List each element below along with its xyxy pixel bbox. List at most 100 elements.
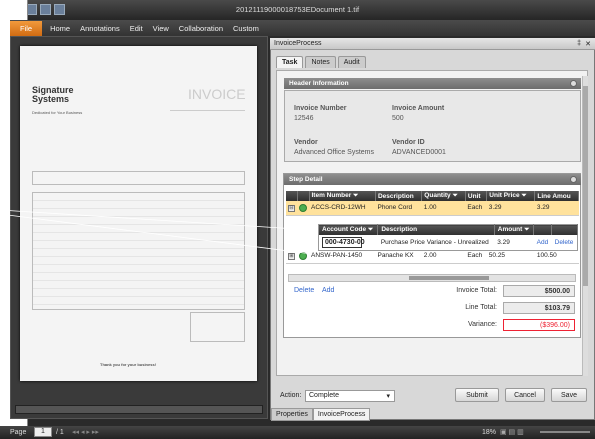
- col-header-actions: [551, 224, 578, 235]
- doc-totals-box: [190, 312, 245, 342]
- tab-notes[interactable]: Notes: [305, 56, 336, 68]
- doc-shipping-table: [32, 171, 245, 185]
- account-code-subgrid: Account Code ⏷ Description Amount ⏷ 000-…: [318, 224, 578, 251]
- tab-task[interactable]: Task: [276, 56, 304, 68]
- cell-quantity[interactable]: 1.00: [421, 201, 466, 216]
- cell-description[interactable]: Phone Cord: [375, 201, 422, 216]
- collapse-icon[interactable]: [570, 80, 577, 87]
- add-link[interactable]: Add: [537, 239, 549, 246]
- header-info-header[interactable]: Header Information: [284, 78, 581, 89]
- cell-unit-price[interactable]: 3.29: [486, 201, 535, 216]
- action-selected-value: Complete: [309, 392, 339, 399]
- zoom-slider[interactable]: [540, 431, 590, 433]
- save-button[interactable]: Save: [551, 388, 587, 402]
- header-info-title: Header Information: [289, 80, 349, 87]
- header-info-section: Invoice Number 12546 Invoice Amount 500 …: [284, 90, 581, 162]
- menu-bar: File Home Annotations Edit View Collabor…: [10, 20, 595, 36]
- grid-horizontal-scrollbar[interactable]: [288, 274, 576, 282]
- col-header-line-amount[interactable]: Line Amou: [534, 191, 579, 201]
- cancel-button[interactable]: Cancel: [505, 388, 545, 402]
- invoice-number-value: 12546: [294, 115, 314, 122]
- task-vertical-scrollbar[interactable]: [582, 76, 588, 376]
- status-bar: Page 1 / 1 ◂◂ ◂ ▸ ▸▸ 18% ▣ ▤ ▥: [0, 426, 595, 439]
- pane-title-bar: InvoiceProcess ‡ ✕: [270, 38, 595, 50]
- menu-custom[interactable]: Custom: [228, 24, 264, 33]
- tab-invoice-process[interactable]: InvoiceProcess: [312, 408, 371, 421]
- menu-view[interactable]: View: [148, 24, 174, 33]
- page-label: Page: [10, 429, 27, 436]
- col-header-amount[interactable]: Amount ⏷: [494, 224, 535, 235]
- tab-properties[interactable]: Properties: [271, 408, 313, 421]
- doc-thanks: Thank you for your business!: [100, 362, 157, 367]
- tab-audit[interactable]: Audit: [337, 56, 366, 68]
- tab-strip: Task Notes Audit: [276, 56, 366, 68]
- account-code-input[interactable]: 000-4730-00: [322, 236, 365, 248]
- line-total-value: $103.79: [503, 302, 575, 314]
- window-title: 20121119000018753EDocument 1.tif: [235, 5, 360, 14]
- cell-unit[interactable]: Each: [465, 249, 487, 264]
- cell-line-amount[interactable]: 3.29: [534, 201, 579, 216]
- variance-value: ($396.00): [503, 319, 575, 331]
- menu-collaboration[interactable]: Collaboration: [174, 24, 228, 33]
- col-header-account-code[interactable]: Account Code ⏷: [318, 224, 379, 235]
- line-total-label: Line Total:: [465, 304, 497, 311]
- doc-tagline: Dedicated for Your Business: [32, 110, 83, 115]
- menu-home[interactable]: Home: [45, 24, 75, 33]
- cell-amount[interactable]: 3.29: [494, 234, 534, 251]
- invoice-amount-value: 500: [392, 115, 404, 122]
- callout-lines: [0, 209, 313, 255]
- page-count: / 1: [56, 429, 64, 436]
- vendor-id-label: Vendor ID: [392, 139, 425, 146]
- view-mode-icons[interactable]: ▣ ▤ ▥: [500, 428, 524, 436]
- step-detail-title: Step Detail: [289, 176, 323, 183]
- invoice-total-value: $500.00: [503, 285, 575, 297]
- bottom-tab-strip: Properties InvoiceProcess: [271, 408, 371, 421]
- menu-file[interactable]: File: [10, 20, 43, 36]
- invoice-amount-label: Invoice Amount: [392, 105, 445, 112]
- delete-link[interactable]: Delete: [555, 239, 574, 246]
- cell-description[interactable]: Panache KX: [375, 249, 422, 264]
- close-icon[interactable]: ✕: [585, 40, 591, 48]
- zoom-level: 18%: [482, 429, 497, 436]
- action-label: Action:: [280, 392, 302, 399]
- invoice-total-label: Invoice Total:: [456, 287, 497, 294]
- doc-address-block: [170, 110, 245, 138]
- page-nav-icons[interactable]: ◂◂ ◂ ▸ ▸▸: [72, 428, 99, 436]
- delete-row-link[interactable]: Delete: [294, 287, 314, 294]
- vendor-label: Vendor: [294, 139, 318, 146]
- cell-quantity[interactable]: 2.00: [421, 249, 466, 264]
- col-header-description[interactable]: Description: [375, 191, 423, 201]
- col-header-actions: [533, 224, 553, 235]
- document-horizontal-scrollbar[interactable]: [15, 405, 263, 414]
- menu-annotations[interactable]: Annotations: [75, 24, 125, 33]
- table-row[interactable]: ⊞ ANSW-PAN-1450 Panache KX 2.00 Each 50.…: [286, 249, 579, 264]
- cell-line-amount[interactable]: 100.50: [534, 249, 579, 264]
- vendor-value: Advanced Office Systems: [294, 149, 375, 156]
- variance-label: Variance:: [467, 321, 497, 328]
- action-select[interactable]: Complete ▾: [305, 390, 395, 402]
- pane-title: InvoiceProcess: [274, 40, 322, 47]
- submit-button[interactable]: Submit: [455, 388, 499, 402]
- invoice-number-label: Invoice Number: [294, 105, 347, 112]
- doc-company: Signature Systems: [32, 85, 74, 104]
- col-header-quantity[interactable]: Quantity ⏷: [421, 191, 466, 201]
- col-header-unit-price[interactable]: Unit Price ⏷: [486, 191, 536, 201]
- vendor-id-value: ADVANCED0001: [392, 149, 446, 156]
- col-header-unit[interactable]: Unit: [465, 191, 488, 201]
- add-row-link[interactable]: Add: [322, 287, 334, 294]
- collapse-icon[interactable]: [570, 176, 577, 183]
- title-bar: 20121119000018753EDocument 1.tif: [0, 0, 595, 20]
- col-header-sub-description[interactable]: Description: [377, 224, 495, 235]
- pin-icon[interactable]: ‡: [577, 40, 581, 47]
- cell-unit-price[interactable]: 50.25: [486, 249, 535, 264]
- chevron-down-icon[interactable]: ▾: [386, 392, 390, 400]
- menu-edit[interactable]: Edit: [125, 24, 148, 33]
- step-detail-header[interactable]: Step Detail: [284, 174, 581, 185]
- scroll-thumb[interactable]: [583, 86, 588, 286]
- table-row[interactable]: 000-4730-00 Purchase Price Variance - Un…: [318, 234, 578, 251]
- scroll-thumb[interactable]: [409, 276, 489, 280]
- table-row[interactable]: ⊟ ACCS-CRD-12WH Phone Cord 1.00 Each 3.2…: [286, 201, 579, 216]
- page-number-input[interactable]: 1: [34, 427, 52, 437]
- cell-unit[interactable]: Each: [465, 201, 487, 216]
- cell-sub-description[interactable]: Purchase Price Variance - Unrealized: [377, 234, 495, 251]
